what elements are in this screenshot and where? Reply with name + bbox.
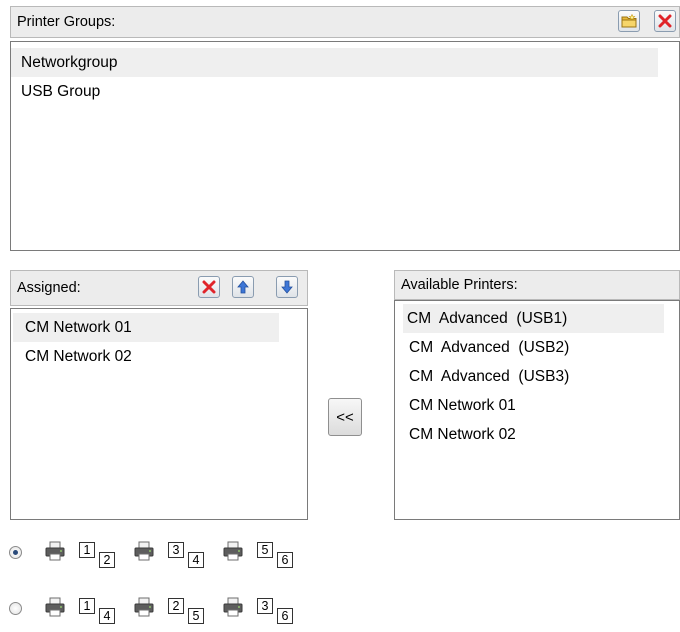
assigned-header: Assigned: bbox=[10, 270, 308, 306]
assigned-list[interactable]: CM Network 01 CM Network 02 bbox=[10, 308, 308, 520]
list-item[interactable]: USB Group bbox=[11, 77, 679, 106]
tray-number-box: 5 bbox=[188, 608, 204, 624]
layout-radio[interactable] bbox=[9, 602, 22, 615]
tray-number-box: 2 bbox=[168, 598, 184, 614]
available-printers-list[interactable]: CM Advanced (USB1) CM Advanced (USB2) CM… bbox=[394, 300, 680, 520]
list-item[interactable]: CM Network 01 bbox=[395, 391, 679, 420]
tray-number-box: 3 bbox=[168, 542, 184, 558]
delete-icon bbox=[658, 14, 672, 28]
tray-number-box: 4 bbox=[99, 608, 115, 624]
new-folder-icon bbox=[621, 14, 637, 28]
delete-icon bbox=[202, 280, 216, 294]
printer-icon bbox=[44, 540, 66, 562]
arrow-down-icon bbox=[281, 280, 293, 294]
available-printers-header: Available Printers: bbox=[394, 270, 680, 300]
remove-assigned-button[interactable] bbox=[198, 276, 220, 298]
printer-icon bbox=[222, 540, 244, 562]
list-item[interactable]: CM Advanced (USB1) bbox=[403, 304, 664, 333]
move-up-button[interactable] bbox=[232, 276, 254, 298]
list-item[interactable]: CM Network 01 bbox=[13, 313, 279, 342]
list-item[interactable]: Networkgroup bbox=[11, 48, 658, 77]
arrow-up-icon bbox=[237, 280, 249, 294]
printer-groups-label: Printer Groups: bbox=[17, 14, 116, 30]
new-group-button[interactable] bbox=[618, 10, 640, 32]
tray-number-box: 4 bbox=[188, 552, 204, 568]
move-down-button[interactable] bbox=[276, 276, 298, 298]
layout-option-row[interactable]: 14 25 36 bbox=[0, 592, 320, 632]
printer-icon bbox=[133, 596, 155, 618]
list-item[interactable]: CM Advanced (USB2) bbox=[395, 333, 679, 362]
add-to-assigned-label: << bbox=[336, 408, 354, 426]
available-printers-label: Available Printers: bbox=[401, 277, 518, 293]
layout-radio[interactable] bbox=[9, 546, 22, 559]
tray-number-box: 5 bbox=[257, 542, 273, 558]
tray-number-box: 2 bbox=[99, 552, 115, 568]
printer-icon bbox=[222, 596, 244, 618]
list-item[interactable]: CM Network 02 bbox=[395, 420, 679, 449]
tray-number-box: 6 bbox=[277, 552, 293, 568]
assigned-label: Assigned: bbox=[17, 280, 81, 296]
list-item[interactable]: CM Advanced (USB3) bbox=[395, 362, 679, 391]
tray-number-box: 3 bbox=[257, 598, 273, 614]
radio-dot bbox=[13, 550, 18, 555]
printer-icon bbox=[133, 540, 155, 562]
delete-group-button[interactable] bbox=[654, 10, 676, 32]
list-item[interactable]: CM Network 02 bbox=[11, 342, 307, 371]
printer-groups-header: Printer Groups: bbox=[10, 6, 680, 38]
printer-icon bbox=[44, 596, 66, 618]
printer-groups-list[interactable]: Networkgroup USB Group bbox=[10, 41, 680, 251]
tray-number-box: 1 bbox=[79, 542, 95, 558]
tray-number-box: 6 bbox=[277, 608, 293, 624]
layout-option-row[interactable]: 12 34 56 bbox=[0, 536, 320, 576]
add-to-assigned-button[interactable]: << bbox=[328, 398, 362, 436]
tray-number-box: 1 bbox=[79, 598, 95, 614]
